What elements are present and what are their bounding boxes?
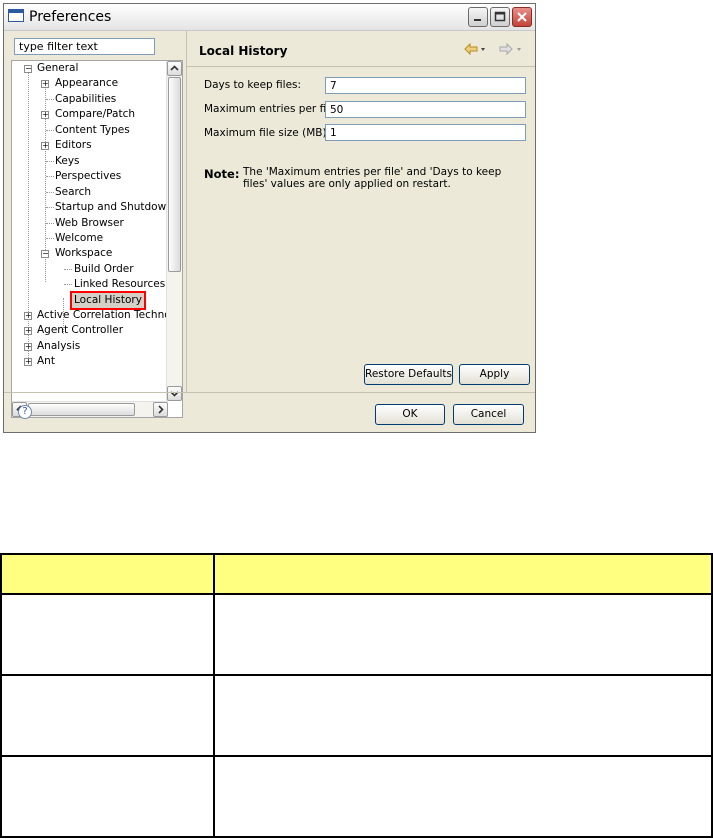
table-cell xyxy=(0,592,215,676)
expand-icon[interactable]: + xyxy=(24,327,32,335)
tree-connector xyxy=(46,238,54,239)
tree-connector xyxy=(64,284,72,285)
vertical-scrollbar[interactable] xyxy=(166,61,182,401)
horizontal-scrollbar[interactable] xyxy=(12,401,168,417)
tree-connector xyxy=(46,176,54,177)
expand-icon[interactable]: + xyxy=(24,343,32,351)
page-title: Local History xyxy=(199,44,288,58)
cancel-button[interactable]: Cancel xyxy=(453,404,524,425)
vertical-scroll-thumb[interactable] xyxy=(168,77,181,272)
tree-item-build-order[interactable]: Build Order xyxy=(74,262,134,277)
close-button[interactable] xyxy=(512,7,532,27)
scroll-down-button[interactable] xyxy=(167,386,182,401)
tree-item-workspace[interactable]: Workspace xyxy=(55,246,112,261)
collapse-icon[interactable]: − xyxy=(41,250,49,258)
preference-tree: − General + Appearance Capabilities + Co… xyxy=(11,60,183,418)
ok-button[interactable]: OK xyxy=(375,404,445,425)
tree-connector xyxy=(46,130,54,131)
tree-item-web-browser[interactable]: Web Browser xyxy=(55,216,124,231)
expand-icon[interactable]: + xyxy=(41,80,49,88)
tree-item-compare-patch[interactable]: Compare/Patch xyxy=(55,107,135,122)
restore-defaults-button[interactable]: Restore Defaults xyxy=(364,364,453,385)
button-bar-separator xyxy=(4,392,535,393)
tree-item-general[interactable]: General xyxy=(37,61,78,76)
scroll-right-button[interactable] xyxy=(153,402,168,417)
tree-item-capabilities[interactable]: Capabilities xyxy=(55,92,116,107)
tree-connector xyxy=(46,207,54,208)
preference-page: Local History Days to keep files: Maximu… xyxy=(186,31,535,392)
tree-item-ant[interactable]: Ant xyxy=(37,354,55,369)
table-cell xyxy=(213,592,713,676)
table-cell xyxy=(0,754,215,839)
table-header-cell xyxy=(0,553,215,595)
tree-connector xyxy=(46,161,54,162)
expand-icon[interactable]: + xyxy=(41,142,49,150)
title-bar: Preferences xyxy=(4,4,535,31)
max-entries-input[interactable] xyxy=(325,101,526,118)
expand-icon[interactable]: + xyxy=(24,358,32,366)
tree-item-content-types[interactable]: Content Types xyxy=(55,123,130,138)
forward-arrow-icon[interactable] xyxy=(499,42,523,58)
help-icon[interactable]: ? xyxy=(18,405,32,419)
collapse-icon[interactable]: − xyxy=(24,65,32,73)
horizontal-scroll-thumb[interactable] xyxy=(28,403,135,416)
tree-item-startup-shutdown[interactable]: Startup and Shutdown xyxy=(55,200,173,215)
max-entries-label: Maximum entries per file: xyxy=(204,103,340,115)
note-label: Note: xyxy=(204,167,240,181)
max-file-size-input[interactable] xyxy=(325,124,526,141)
tree-item-analysis[interactable]: Analysis xyxy=(37,339,80,354)
tree-connector xyxy=(46,223,54,224)
back-arrow-icon[interactable] xyxy=(464,42,486,58)
window-icon xyxy=(8,9,24,22)
empty-table xyxy=(0,553,713,839)
expand-icon[interactable]: + xyxy=(24,312,32,320)
filter-input[interactable] xyxy=(14,38,155,55)
window-title: Preferences xyxy=(29,9,112,25)
scroll-up-button[interactable] xyxy=(167,61,182,76)
expand-icon[interactable]: + xyxy=(41,111,49,119)
table-cell xyxy=(213,754,713,839)
tree-item-appearance[interactable]: Appearance xyxy=(55,76,118,91)
tree-connector xyxy=(46,192,54,193)
table-row xyxy=(0,754,713,839)
table-row xyxy=(0,592,713,676)
tree-connector xyxy=(46,99,54,100)
table-header-cell xyxy=(213,553,713,595)
table-header-row xyxy=(0,553,713,595)
apply-button[interactable]: Apply xyxy=(459,364,530,385)
tree-item-keys[interactable]: Keys xyxy=(55,154,80,169)
tree-item-linked-resources[interactable]: Linked Resources xyxy=(74,277,165,292)
minimize-button[interactable] xyxy=(468,7,488,27)
note-text: The 'Maximum entries per file' and 'Days… xyxy=(243,166,502,190)
max-file-size-label: Maximum file size (MB): xyxy=(204,127,331,139)
days-to-keep-input[interactable] xyxy=(325,77,526,94)
table-row xyxy=(0,673,713,757)
table-cell xyxy=(0,673,215,757)
table-cell xyxy=(213,673,713,757)
tree-item-active-correlation[interactable]: Active Correlation Technolo xyxy=(37,308,180,323)
days-to-keep-label: Days to keep files: xyxy=(204,79,302,91)
tree-item-agent-controller[interactable]: Agent Controller xyxy=(37,323,123,338)
tree-connector xyxy=(64,269,72,270)
maximize-button[interactable] xyxy=(490,7,510,27)
tree-item-editors[interactable]: Editors xyxy=(55,138,92,153)
tree-item-local-history[interactable]: Local History xyxy=(70,291,146,310)
tree-item-search[interactable]: Search xyxy=(55,185,91,200)
tree-item-perspectives[interactable]: Perspectives xyxy=(55,169,121,184)
tree-item-welcome[interactable]: Welcome xyxy=(55,231,103,246)
preferences-window: Preferences − General + Appearance Capab… xyxy=(3,3,536,433)
dialog-client: − General + Appearance Capabilities + Co… xyxy=(4,31,535,432)
title-separator xyxy=(187,66,535,67)
